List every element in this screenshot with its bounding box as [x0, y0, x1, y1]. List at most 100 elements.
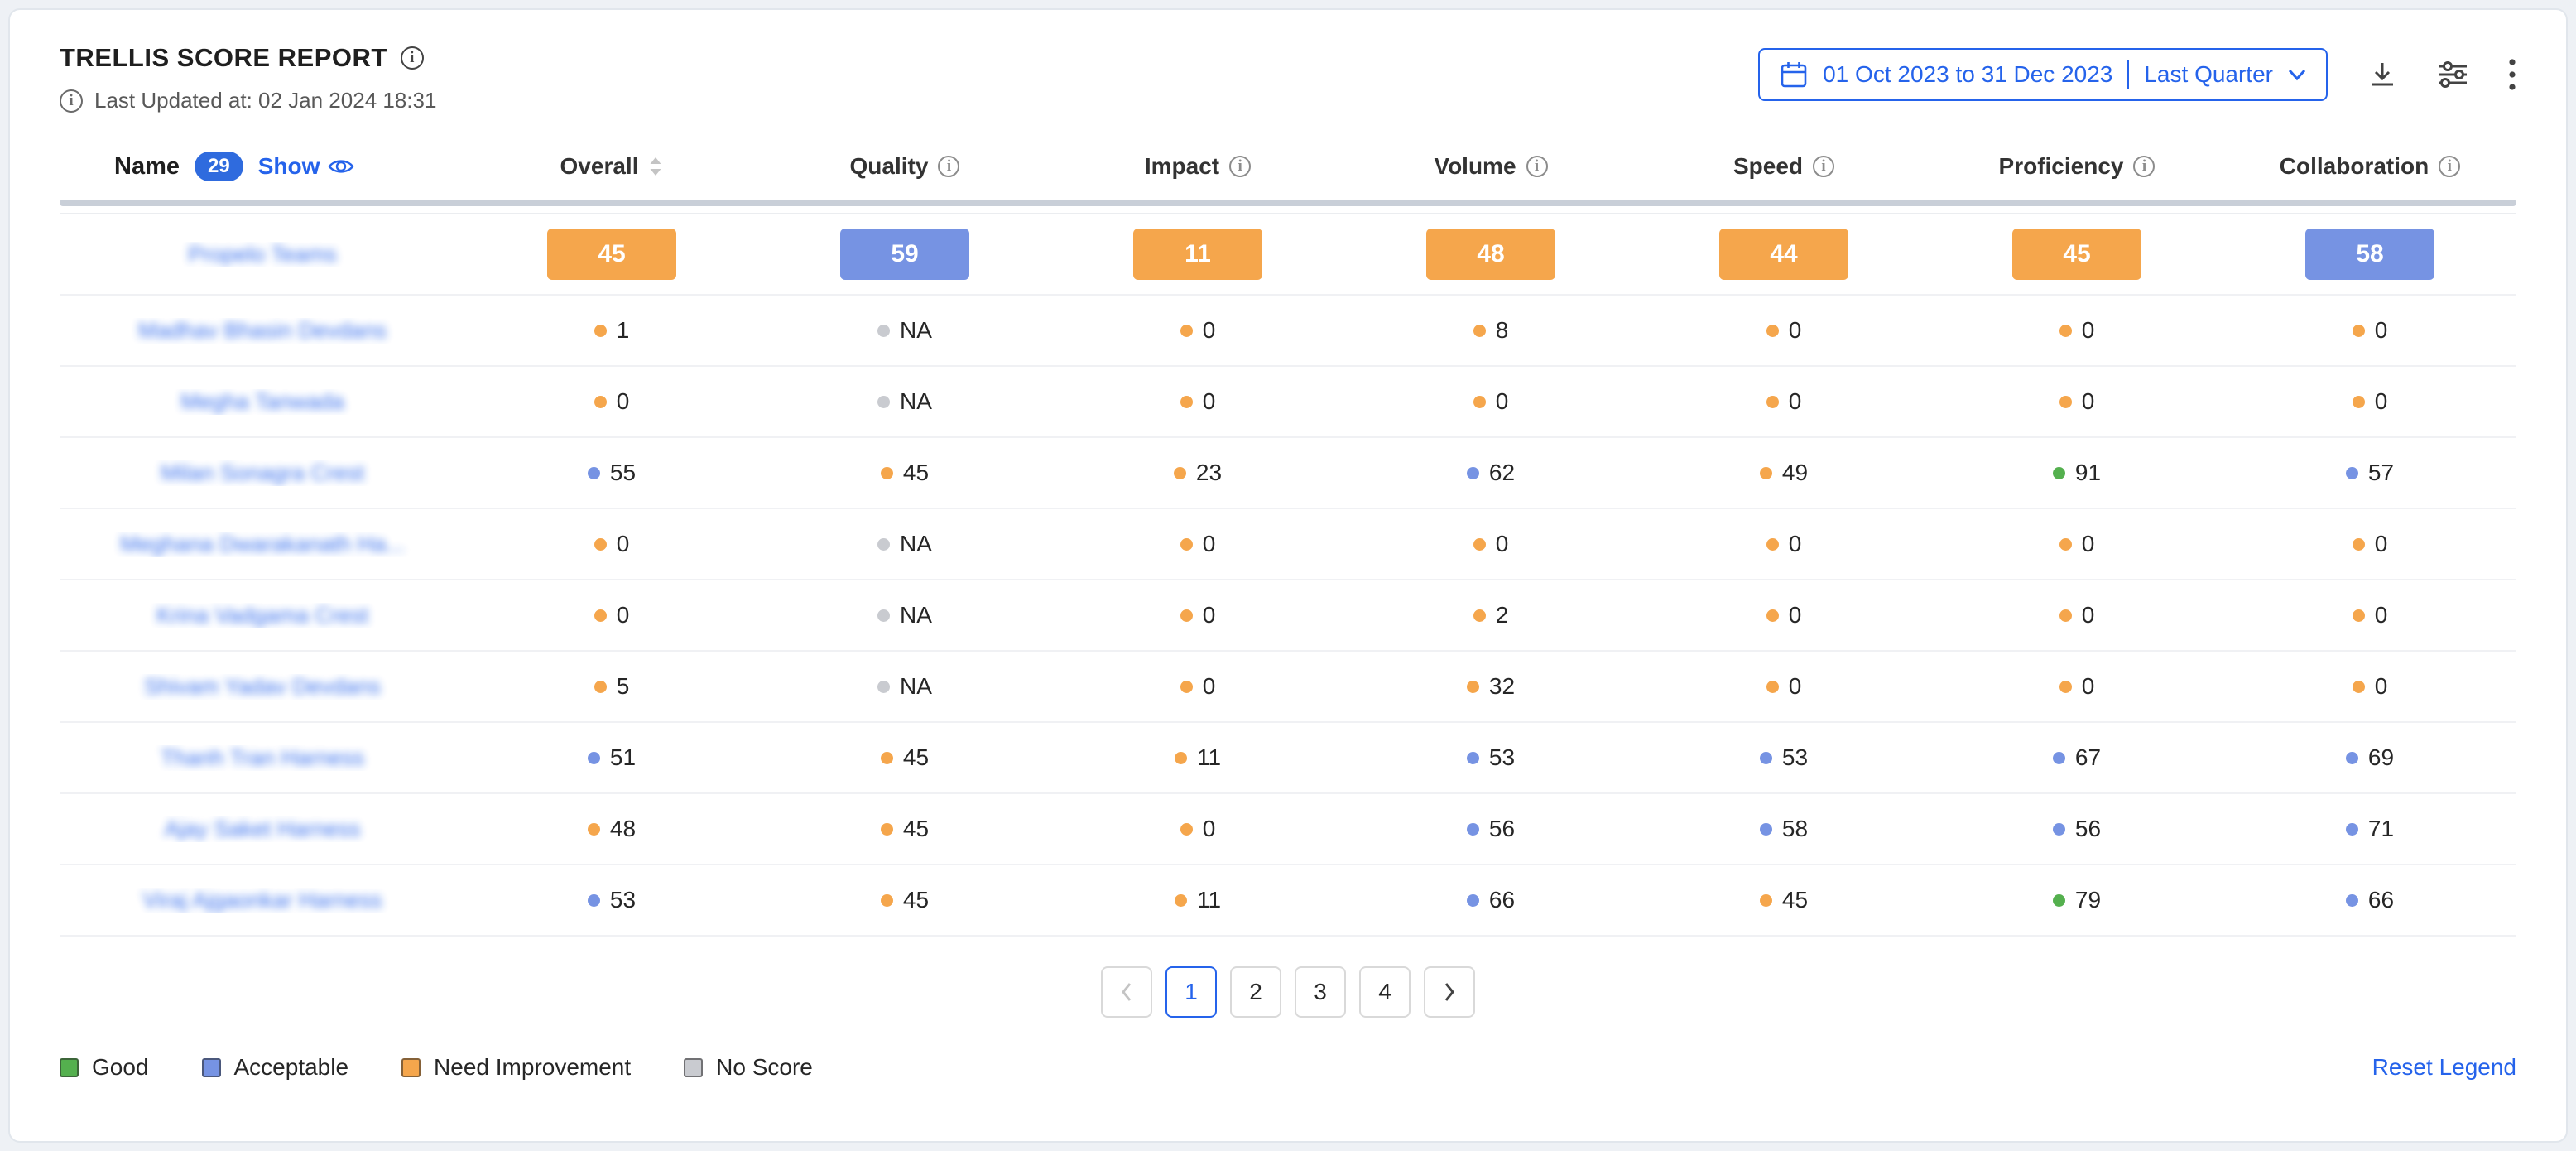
- show-names-toggle[interactable]: Show: [258, 153, 355, 180]
- score-dot: [877, 325, 890, 337]
- score-value: NA: [900, 602, 932, 628]
- score-dot: [2053, 752, 2065, 764]
- score-value: 0: [1789, 388, 1802, 415]
- score-cell: 45: [758, 460, 1051, 486]
- column-header-collaboration[interactable]: Collaboration: [2223, 153, 2516, 180]
- score-dot: [2059, 325, 2072, 337]
- summary-row: Propelo Teams 45591148444558: [60, 214, 2516, 296]
- score-cell: 51: [465, 744, 758, 771]
- score-cell: 45: [758, 887, 1051, 913]
- table-body: Madhav Bhasin Devdans1NA08000Megha Tanwa…: [60, 296, 2516, 937]
- legend-item-need[interactable]: Need Improvement: [401, 1054, 631, 1081]
- score-dot: [2059, 538, 2072, 551]
- row-name-link[interactable]: Ajay Saket Harness: [164, 816, 360, 842]
- info-icon[interactable]: [1813, 156, 1834, 177]
- row-name-link[interactable]: Shivam Yadav Devdans: [144, 674, 381, 700]
- kebab-menu-icon: [2508, 58, 2516, 91]
- chevron-right-icon: [1443, 981, 1456, 1003]
- summary-badge-cell: 58: [2223, 229, 2516, 280]
- reset-legend-link[interactable]: Reset Legend: [2372, 1054, 2516, 1081]
- page-button-2[interactable]: 2: [1230, 966, 1281, 1018]
- sliders-icon: [2437, 60, 2468, 89]
- page-button-4[interactable]: 4: [1359, 966, 1411, 1018]
- score-cell: 0: [1051, 317, 1344, 344]
- score-value: 0: [1789, 317, 1802, 344]
- row-name-link[interactable]: Meghana Dwarakanath Ha...: [120, 532, 405, 557]
- next-page-button[interactable]: [1424, 966, 1475, 1018]
- summary-score-badge: 45: [547, 229, 676, 280]
- date-range-picker[interactable]: 01 Oct 2023 to 31 Dec 2023 Last Quarter: [1758, 48, 2328, 101]
- row-name-link[interactable]: Krina Vadgama Crest: [156, 603, 368, 628]
- download-icon: [2367, 60, 2397, 89]
- score-dot: [2053, 894, 2065, 907]
- score-cell: 0: [2223, 388, 2516, 415]
- score-dot: [877, 538, 890, 551]
- score-value: 71: [2368, 816, 2394, 842]
- table-row: Shivam Yadav Devdans5NA032000: [60, 652, 2516, 723]
- score-value: 53: [610, 887, 636, 913]
- score-value: 58: [1782, 816, 1808, 842]
- score-value: 51: [610, 744, 636, 771]
- score-dot: [1175, 894, 1187, 907]
- info-icon[interactable]: [1229, 156, 1251, 177]
- summary-score-badge: 45: [2012, 229, 2141, 280]
- legend-item-acceptable[interactable]: Acceptable: [202, 1054, 349, 1081]
- summary-score-badge: 58: [2305, 229, 2434, 280]
- column-header-label: Collaboration: [2280, 153, 2429, 180]
- pagination: 1234: [60, 966, 2516, 1018]
- score-value: 0: [2375, 317, 2388, 344]
- legend-label: No Score: [716, 1054, 813, 1081]
- info-icon[interactable]: [1526, 156, 1548, 177]
- column-header-volume[interactable]: Volume: [1344, 153, 1637, 180]
- calendar-icon: [1780, 60, 1808, 89]
- score-dot: [1467, 894, 1479, 907]
- score-cell: 0: [1051, 531, 1344, 557]
- name-cell: Milan Sonagra Crest: [60, 460, 465, 486]
- summary-name-link[interactable]: Propelo Teams: [188, 242, 337, 267]
- legend-swatch: [202, 1058, 221, 1077]
- column-header-overall[interactable]: Overall: [465, 153, 758, 180]
- more-options-button[interactable]: [2508, 58, 2516, 91]
- legend-swatch: [60, 1058, 79, 1077]
- score-cell: 79: [1930, 887, 2223, 913]
- score-dot: [1467, 467, 1479, 479]
- info-icon[interactable]: [401, 46, 424, 70]
- table-scroll-track[interactable]: [60, 200, 2516, 206]
- score-dot: [1473, 538, 1486, 551]
- row-name-link[interactable]: Thanh Tran Harness: [161, 745, 364, 771]
- score-value: 0: [617, 388, 630, 415]
- row-name-link[interactable]: Madhav Bhasin Devdans: [138, 318, 387, 344]
- score-cell: NA: [758, 531, 1051, 557]
- page-button-1[interactable]: 1: [1165, 966, 1217, 1018]
- score-dot: [1180, 823, 1193, 836]
- sort-icon[interactable]: [648, 156, 663, 177]
- column-header-label: Overall: [560, 153, 639, 180]
- row-name-link[interactable]: Megha Tanwada: [180, 389, 344, 415]
- score-dot: [1467, 823, 1479, 836]
- score-value: 0: [2082, 317, 2095, 344]
- settings-button[interactable]: [2437, 60, 2468, 89]
- info-icon[interactable]: [2439, 156, 2460, 177]
- score-value: 0: [617, 531, 630, 557]
- column-header-proficiency[interactable]: Proficiency: [1930, 153, 2223, 180]
- legend-item-none[interactable]: No Score: [684, 1054, 813, 1081]
- score-value: NA: [900, 531, 932, 557]
- column-header-speed[interactable]: Speed: [1637, 153, 1930, 180]
- prev-page-button[interactable]: [1101, 966, 1152, 1018]
- summary-badge-cell: 11: [1051, 229, 1344, 280]
- info-icon[interactable]: [938, 156, 959, 177]
- score-cell: 45: [758, 816, 1051, 842]
- name-cell: Viraj Ajgaonkar Harness: [60, 888, 465, 913]
- row-name-link[interactable]: Viraj Ajgaonkar Harness: [142, 888, 382, 913]
- table-row: Milan Sonagra Crest55452362499157: [60, 438, 2516, 509]
- info-icon[interactable]: [2133, 156, 2155, 177]
- score-value: 56: [2075, 816, 2101, 842]
- page-button-3[interactable]: 3: [1295, 966, 1346, 1018]
- download-button[interactable]: [2367, 60, 2397, 89]
- score-dot: [588, 752, 600, 764]
- row-name-link[interactable]: Milan Sonagra Crest: [161, 460, 364, 486]
- column-header-impact[interactable]: Impact: [1051, 153, 1344, 180]
- legend-item-good[interactable]: Good: [60, 1054, 149, 1081]
- column-header-quality[interactable]: Quality: [758, 153, 1051, 180]
- info-icon[interactable]: [60, 89, 83, 113]
